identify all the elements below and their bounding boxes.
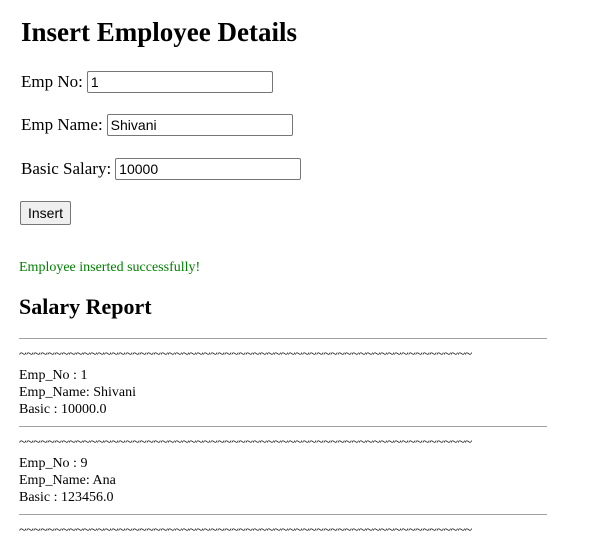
basic-salary-row: Basic Salary: xyxy=(21,158,302,180)
basic-salary-label: Basic Salary: xyxy=(21,159,112,178)
record-emp-name: Emp_Name: Ana xyxy=(19,473,116,488)
tilde-separator: ~~~~~~~~~~~~~~~~~~~~~~~~~~~~~~~~~~~~~~~~… xyxy=(19,347,472,361)
page: Insert Employee Details Emp No: Emp Name… xyxy=(0,0,602,548)
emp-no-input[interactable] xyxy=(86,71,273,93)
report-title: Salary Report xyxy=(19,294,152,319)
tilde-separator: ~~~~~~~~~~~~~~~~~~~~~~~~~~~~~~~~~~~~~~~~… xyxy=(19,435,472,449)
record-emp-no: Emp_No : 9 xyxy=(19,456,88,471)
divider xyxy=(19,338,547,339)
report-record: Emp_No : 9 Emp_Name: Ana Basic : 123456.… xyxy=(19,455,547,506)
report-record: Emp_No : 1 Emp_Name: Shivani Basic : 100… xyxy=(19,367,547,418)
record-emp-name: Emp_Name: Shivani xyxy=(19,385,137,400)
success-message: Employee inserted successfully! xyxy=(19,260,201,275)
record-basic: Basic : 123456.0 xyxy=(19,490,114,505)
tilde-separator: ~~~~~~~~~~~~~~~~~~~~~~~~~~~~~~~~~~~~~~~~… xyxy=(19,523,472,537)
divider xyxy=(19,514,547,515)
page-title: Insert Employee Details xyxy=(21,17,297,47)
salary-report: ~~~~~~~~~~~~~~~~~~~~~~~~~~~~~~~~~~~~~~~~… xyxy=(19,338,547,537)
emp-no-label: Emp No: xyxy=(21,72,83,91)
record-emp-no: Emp_No : 1 xyxy=(19,368,88,383)
emp-no-row: Emp No: xyxy=(21,71,273,93)
emp-name-input[interactable] xyxy=(106,114,293,136)
basic-salary-input[interactable] xyxy=(115,158,302,180)
insert-button[interactable]: Insert xyxy=(20,201,72,225)
emp-name-label: Emp Name: xyxy=(21,115,103,134)
divider xyxy=(19,426,547,427)
record-basic: Basic : 10000.0 xyxy=(19,402,107,417)
emp-name-row: Emp Name: xyxy=(21,114,293,136)
